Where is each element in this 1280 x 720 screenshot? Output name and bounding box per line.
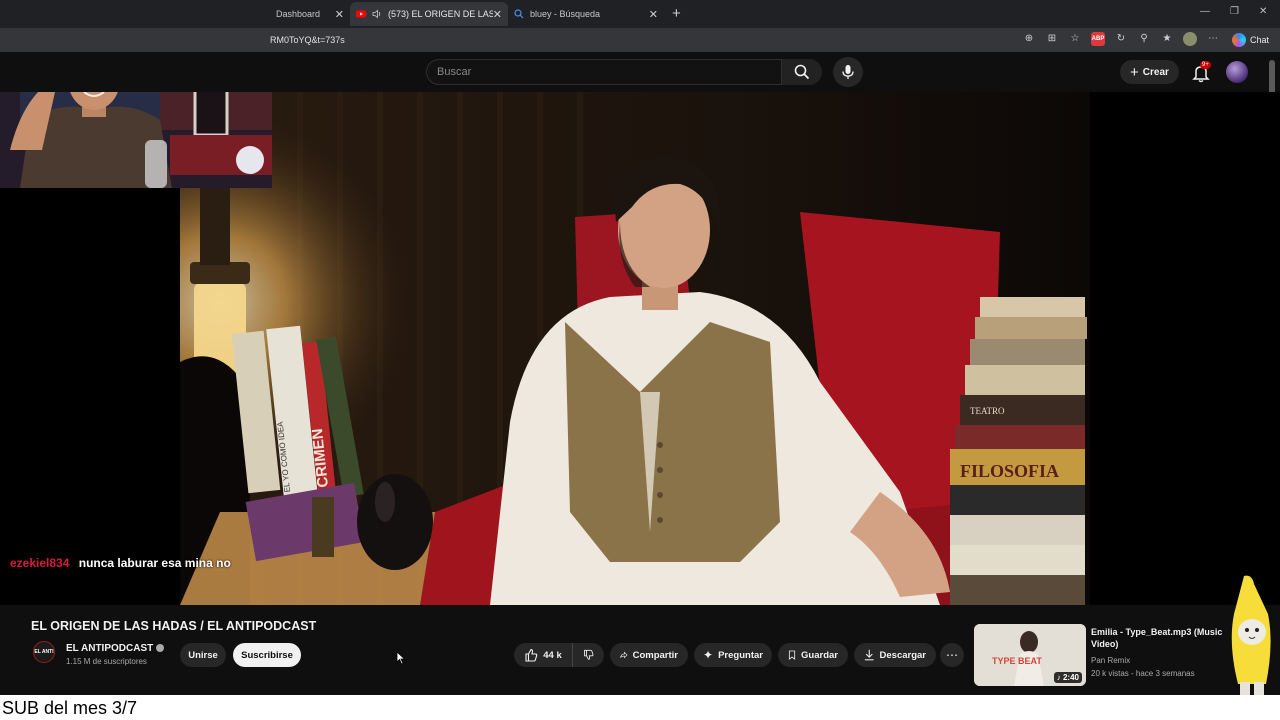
like-button[interactable]: 44 k <box>514 643 572 667</box>
microphone-icon <box>842 65 854 79</box>
close-tab-icon[interactable]: ✕ <box>649 8 658 21</box>
suggested-video-meta: Pan Remix 20 k vistas - hace 3 semanas <box>1091 654 1195 680</box>
tab-youtube-video[interactable]: (573) EL ORIGEN DE LAS HADA ✕ <box>350 2 508 26</box>
close-window-icon[interactable]: ✕ <box>1259 6 1267 17</box>
extensions-icon[interactable]: ⚲ <box>1137 32 1151 46</box>
more-actions-button[interactable]: ⋯ <box>940 643 964 667</box>
suggested-channel[interactable]: Pan Remix <box>1091 654 1195 667</box>
favorites-icon[interactable]: ★ <box>1160 32 1174 46</box>
search-input[interactable]: Buscar <box>426 59 782 85</box>
video-frame: FILOSOFIA TEATRO CRIMEN EL YO COMO IDEA <box>180 92 1090 605</box>
plus-icon: + <box>1130 63 1139 81</box>
tab-dashboard[interactable]: Dashboard ✕ <box>270 2 350 26</box>
youtube-header: Buscar + Crear 9+ <box>0 52 1280 92</box>
duration-label: 2:40 <box>1062 673 1079 682</box>
book-stack <box>950 297 1087 605</box>
tab-bluey-search[interactable]: bluey - Búsqueda ✕ <box>508 2 664 26</box>
save-button[interactable]: Guardar <box>778 643 848 667</box>
voice-search-button[interactable] <box>833 57 863 87</box>
chat-text: nunca laburar esa mina no <box>78 556 231 570</box>
share-button[interactable]: Compartir <box>610 643 688 667</box>
youtube-icon <box>356 9 366 19</box>
subscriber-count: 1.15 M de suscriptores <box>66 657 147 666</box>
dislike-button[interactable] <box>572 643 604 667</box>
address-bar: RM0ToYQ&t=737s ⊕ ⊞ ☆ ABP ↻ ⚲ ★ ⋯ Chat <box>0 28 1280 52</box>
share-label: Compartir <box>632 649 678 661</box>
close-tab-icon[interactable]: ✕ <box>335 8 344 21</box>
thumbs-up-icon <box>525 648 538 662</box>
stream-caption: SUB del mes 3/7 <box>2 698 138 718</box>
speaker-icon[interactable] <box>372 9 382 19</box>
channel-name-row[interactable]: EL ANTIPODCAST <box>66 643 165 654</box>
book-label-theatre: TEATRO <box>970 406 1005 416</box>
screen: Dashboard ✕ (573) EL ORIGEN DE LAS HADA … <box>0 0 1280 720</box>
channel-name[interactable]: EL ANTIPODCAST <box>66 643 153 654</box>
account-avatar[interactable] <box>1226 61 1248 83</box>
video-player[interactable]: FILOSOFIA TEATRO CRIMEN EL YO COMO IDEA <box>0 92 1280 605</box>
join-label: Unirse <box>188 649 218 661</box>
minimize-icon[interactable]: — <box>1200 6 1210 17</box>
video-duration: ♪ 2:40 <box>1053 672 1082 683</box>
browser-tabstrip: Dashboard ✕ (573) EL ORIGEN DE LAS HADA … <box>0 0 1280 28</box>
download-label: Descargar <box>879 649 926 661</box>
profile-icon[interactable] <box>1183 32 1197 46</box>
book-label-philosophy: FILOSOFIA <box>960 461 1059 481</box>
suggested-views: 20 k vistas - hace 3 semanas <box>1091 669 1195 678</box>
notification-badge: 9+ <box>1200 61 1211 69</box>
suggested-video-thumbnail[interactable]: TYPE BEAT ♪ 2:40 <box>974 624 1086 686</box>
more-icon: ⋯ <box>946 648 958 662</box>
join-button[interactable]: Unirse <box>180 643 226 667</box>
banana-cat-sticker <box>1231 575 1271 696</box>
thumbnail-text: TYPE BEAT <box>992 656 1042 666</box>
save-label: Guardar <box>801 649 838 661</box>
search-icon <box>794 64 810 80</box>
favorite-icon[interactable]: ☆ <box>1068 32 1082 46</box>
restore-icon[interactable]: ❐ <box>1230 6 1239 17</box>
close-tab-icon[interactable]: ✕ <box>493 8 502 21</box>
url-field[interactable]: RM0ToYQ&t=737s <box>270 32 1010 48</box>
chat-username: ezekiel834 <box>10 556 70 570</box>
subscribe-label: Suscribirse <box>241 649 293 661</box>
download-button[interactable]: Descargar <box>854 643 936 667</box>
create-label: Crear <box>1142 66 1169 78</box>
tab-label: bluey - Búsqueda <box>530 9 601 19</box>
tab-label: (573) EL ORIGEN DE LAS HADA <box>388 9 493 19</box>
copilot-icon <box>1232 33 1246 47</box>
thumbs-down-icon <box>584 649 594 660</box>
address-bar-icons: ⊕ ⊞ ☆ ABP ↻ ⚲ ★ ⋯ <box>1022 32 1220 46</box>
more-icon[interactable]: ⋯ <box>1206 32 1220 46</box>
chat-label: Chat <box>1250 35 1270 45</box>
subscribe-button[interactable]: Suscribirse <box>233 643 301 667</box>
new-tab-button[interactable]: + <box>672 5 681 22</box>
stream-chat-message: ezekiel834 nunca laburar esa mina no <box>10 556 231 570</box>
create-button[interactable]: + Crear <box>1120 60 1179 84</box>
sparkle-icon: ✦ <box>703 648 714 662</box>
copilot-chat-button[interactable]: Chat <box>1232 32 1269 48</box>
video-scene: FILOSOFIA TEATRO CRIMEN EL YO COMO IDEA <box>180 92 1090 605</box>
translate-icon[interactable]: ⊕ <box>1022 32 1036 46</box>
search-button[interactable] <box>782 59 822 85</box>
search-icon <box>514 9 524 19</box>
ask-button[interactable]: ✦ Preguntar <box>694 643 772 667</box>
channel-avatar[interactable]: EL ANTI <box>33 641 55 663</box>
suggested-video-title[interactable]: Emilia - Type_Beat.mp3 (Music Video) <box>1091 626 1226 650</box>
share-icon <box>620 651 628 659</box>
webcam-scene <box>0 92 272 188</box>
video-title: EL ORIGEN DE LAS HADAS / EL ANTIPODCAST <box>31 619 317 633</box>
verified-icon <box>156 644 165 653</box>
tab-label: Dashboard <box>276 9 321 19</box>
split-screen-icon[interactable]: ⊞ <box>1045 32 1059 46</box>
mouse-cursor-icon <box>396 651 406 665</box>
streamer-webcam <box>0 92 272 188</box>
refresh-icon[interactable]: ↻ <box>1114 32 1128 46</box>
adblock-icon[interactable]: ABP <box>1091 32 1105 46</box>
download-icon <box>864 649 874 661</box>
ask-label: Preguntar <box>718 649 763 661</box>
stream-caption-bar <box>0 695 1280 720</box>
like-count: 44 k <box>543 649 562 661</box>
bookmark-icon <box>788 650 796 660</box>
